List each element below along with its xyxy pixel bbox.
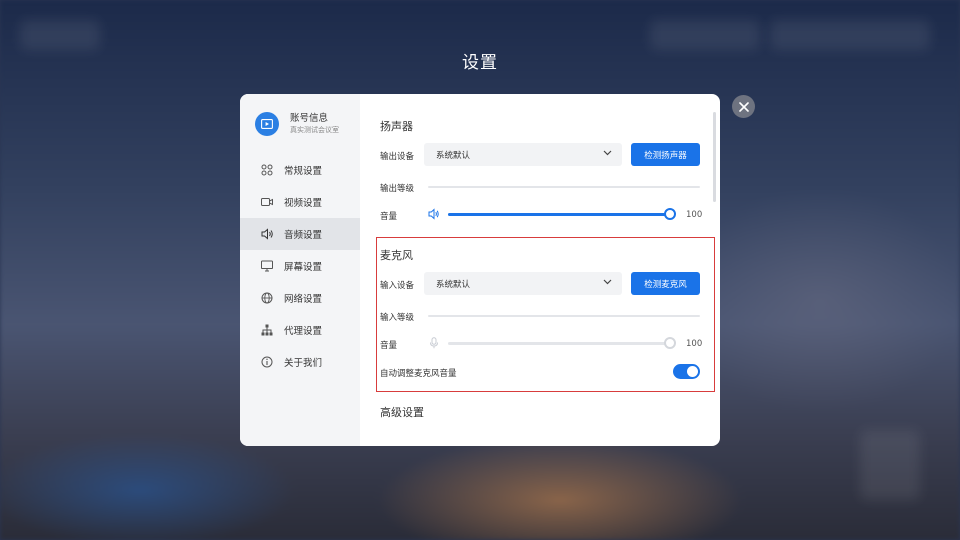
background-blob bbox=[20, 20, 100, 50]
auto-adjust-toggle[interactable] bbox=[673, 364, 700, 379]
close-icon bbox=[738, 101, 749, 112]
input-device-value: 系统默认 bbox=[436, 279, 471, 290]
microphone-section-title: 麦克风 bbox=[380, 249, 413, 262]
output-level-label: 输出等级 bbox=[380, 184, 415, 194]
chevron-down-icon bbox=[603, 279, 612, 285]
play-screen-icon bbox=[261, 119, 273, 129]
settings-content: 扬声器 输出设备 系统默认 检测扬声器 输出等级 音量 100 麦克风 输入设备… bbox=[360, 94, 720, 446]
chevron-down-icon bbox=[603, 150, 612, 156]
account-info[interactable]: 账号信息 真实测试会议室 bbox=[240, 94, 360, 154]
output-device-select[interactable]: 系统默认 bbox=[424, 143, 622, 166]
speaker-volume-label: 音量 bbox=[380, 212, 398, 222]
background-blob bbox=[650, 20, 760, 50]
content-scrollbar[interactable] bbox=[713, 112, 716, 202]
monitor-icon bbox=[260, 259, 274, 273]
speaker-volume-slider[interactable] bbox=[448, 208, 676, 220]
microphone-volume-value: 100 bbox=[686, 339, 703, 349]
speaker-volume-icon bbox=[428, 208, 439, 220]
account-subtitle: 真实测试会议室 bbox=[290, 126, 339, 134]
globe-icon bbox=[260, 291, 274, 305]
sidebar-item-label: 视频设置 bbox=[284, 198, 323, 209]
output-level-meter bbox=[428, 186, 700, 188]
output-device-label: 输出设备 bbox=[380, 152, 415, 162]
video-camera-icon bbox=[260, 195, 274, 209]
sidebar-item-label: 音频设置 bbox=[284, 230, 323, 241]
page-title: 设置 bbox=[462, 53, 498, 73]
speaker-volume-thumb[interactable] bbox=[664, 208, 676, 220]
output-device-value: 系统默认 bbox=[436, 150, 471, 161]
test-microphone-button[interactable]: 检测麦克风 bbox=[631, 272, 700, 295]
account-name: 账号信息 bbox=[290, 113, 329, 124]
sidebar-item-audio[interactable]: 音频设置 bbox=[240, 218, 360, 250]
sidebar-item-about[interactable]: 关于我们 bbox=[240, 346, 360, 378]
grid-icon bbox=[260, 163, 274, 177]
sidebar-item-network[interactable]: 网络设置 bbox=[240, 282, 360, 314]
sidebar-item-label: 代理设置 bbox=[284, 326, 323, 337]
sidebar-item-general[interactable]: 常规设置 bbox=[240, 154, 360, 186]
microphone-volume-slider[interactable] bbox=[448, 337, 676, 349]
sidebar-item-label: 常规设置 bbox=[284, 166, 323, 177]
input-device-label: 输入设备 bbox=[380, 281, 415, 291]
speaker-volume-fill bbox=[448, 213, 670, 216]
sidebar-item-label: 网络设置 bbox=[284, 294, 323, 305]
input-level-meter bbox=[428, 315, 700, 317]
microphone-volume-label: 音量 bbox=[380, 341, 398, 351]
avatar bbox=[255, 112, 279, 136]
info-icon bbox=[260, 355, 274, 369]
speaker-icon bbox=[260, 227, 274, 241]
input-device-select[interactable]: 系统默认 bbox=[424, 272, 622, 295]
test-speaker-button[interactable]: 检测扬声器 bbox=[631, 143, 700, 166]
input-level-label: 输入等级 bbox=[380, 313, 415, 323]
auto-adjust-label: 自动调整麦克风音量 bbox=[380, 369, 457, 379]
advanced-section-title: 高级设置 bbox=[380, 406, 424, 419]
sidebar-item-proxy[interactable]: 代理设置 bbox=[240, 314, 360, 346]
speaker-volume-value: 100 bbox=[686, 210, 703, 220]
microphone-volume-thumb[interactable] bbox=[664, 337, 676, 349]
sidebar-item-screen[interactable]: 屏幕设置 bbox=[240, 250, 360, 282]
settings-dialog: 账号信息 真实测试会议室 常规设置 视频设置 音频设置 屏幕设置 网络设置 代理… bbox=[240, 94, 720, 446]
network-tree-icon bbox=[260, 323, 274, 337]
background-blob bbox=[770, 20, 930, 50]
background-blob bbox=[860, 430, 920, 500]
microphone-icon bbox=[430, 337, 438, 349]
close-button[interactable] bbox=[732, 95, 755, 118]
settings-sidebar: 账号信息 真实测试会议室 常规设置 视频设置 音频设置 屏幕设置 网络设置 代理… bbox=[240, 94, 360, 446]
toggle-knob bbox=[687, 366, 698, 377]
sidebar-item-label: 关于我们 bbox=[284, 358, 323, 369]
sidebar-item-video[interactable]: 视频设置 bbox=[240, 186, 360, 218]
sidebar-item-label: 屏幕设置 bbox=[284, 262, 323, 273]
speaker-section-title: 扬声器 bbox=[380, 120, 413, 133]
